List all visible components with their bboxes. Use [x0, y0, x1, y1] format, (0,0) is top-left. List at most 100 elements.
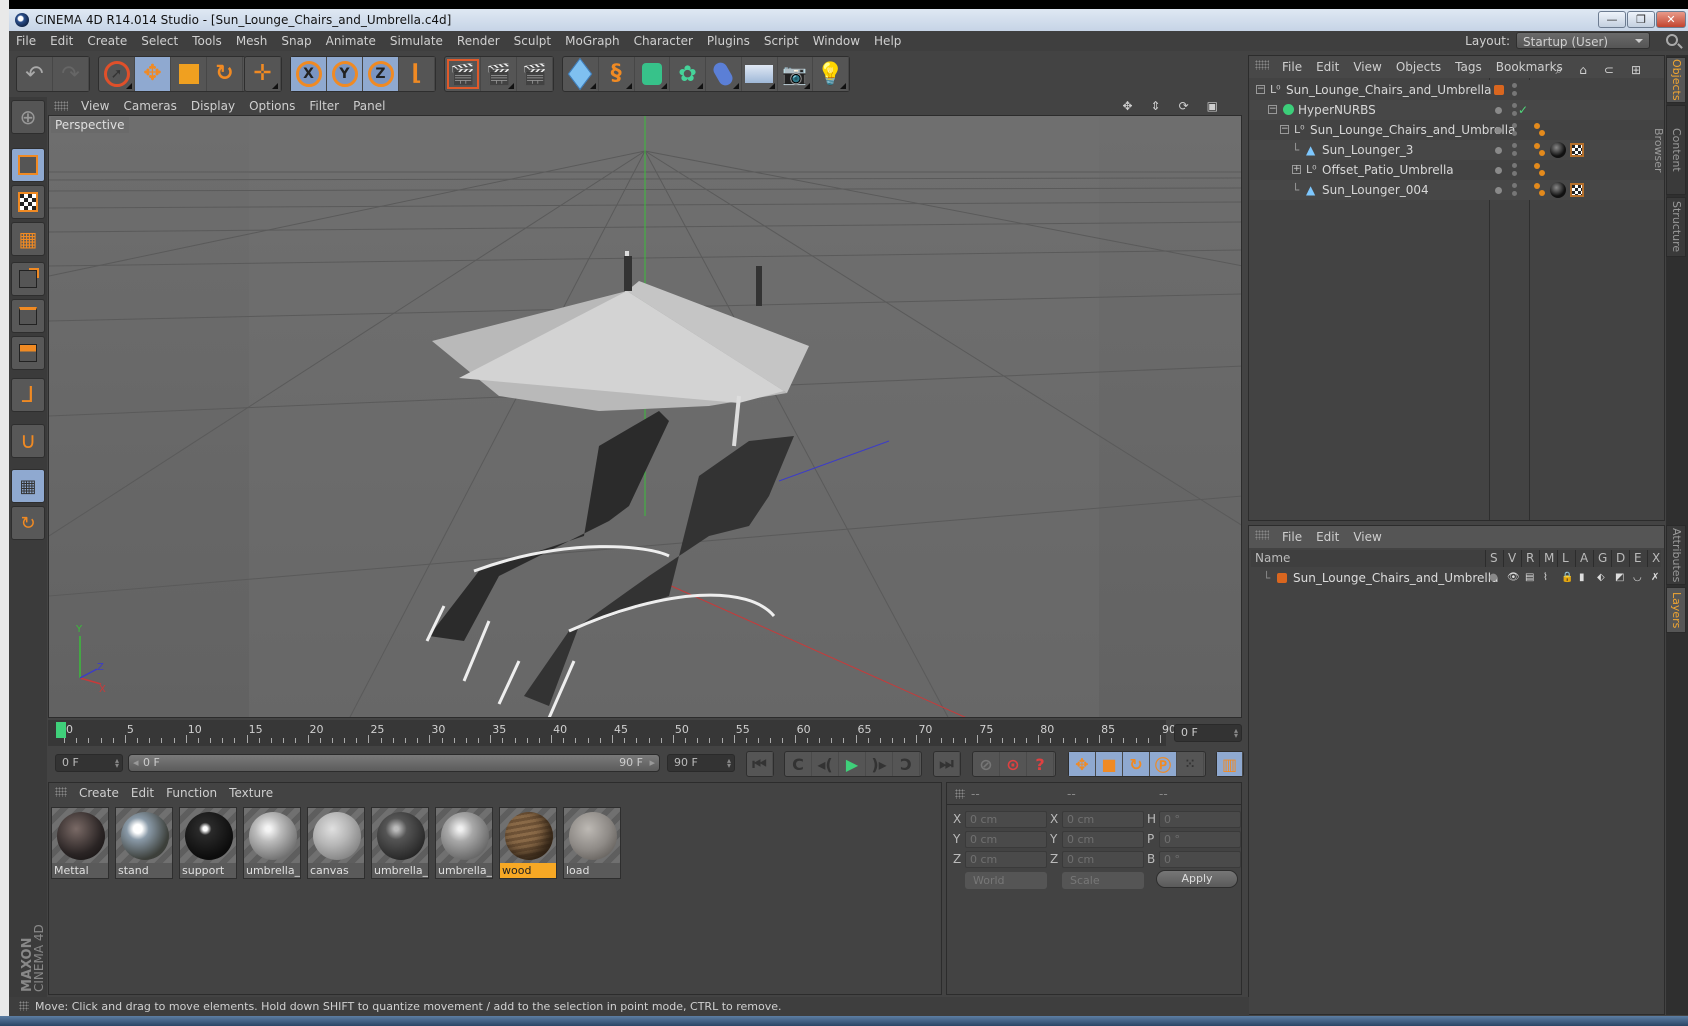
tab-attributes[interactable]: Attributes — [1666, 525, 1686, 585]
material-menu-create[interactable]: Create — [73, 783, 125, 803]
material-menu-edit[interactable]: Edit — [125, 783, 160, 803]
rot-p-field[interactable]: 0 ° — [1159, 831, 1241, 848]
solo-icon[interactable]: ● — [1489, 569, 1498, 587]
x-axis-button[interactable]: X — [291, 57, 327, 91]
object-name[interactable]: Sun_Lounger_004 — [1322, 180, 1429, 200]
pos-y-field[interactable]: 0 cm — [965, 831, 1047, 848]
restore-button[interactable]: ❐ — [1627, 11, 1655, 28]
autokey-button[interactable]: ⊘ — [973, 752, 1000, 776]
texture-mode-button[interactable] — [11, 185, 45, 219]
pos-z-field[interactable]: 0 cm — [965, 851, 1047, 868]
material-tag-icon[interactable] — [1550, 182, 1566, 198]
point-level-toggle[interactable]: ⁙ — [1177, 752, 1204, 776]
planar-workplane-button[interactable]: ↻ — [11, 506, 45, 540]
xrefs-icon[interactable]: ✗ — [1651, 569, 1659, 587]
go-to-end-button[interactable]: ⏭ — [934, 752, 960, 776]
edges-mode-button[interactable] — [11, 299, 45, 333]
material-swatch[interactable]: stand — [115, 807, 173, 879]
maximize-view-icon[interactable]: ▣ — [1200, 97, 1229, 115]
animation-icon[interactable]: ▮ — [1579, 569, 1585, 587]
size-mode-dropdown[interactable]: Scale — [1062, 872, 1144, 889]
light-button[interactable]: 💡 — [813, 57, 849, 91]
position-key-toggle[interactable]: ✥ — [1069, 752, 1096, 776]
column-header-r[interactable]: R — [1521, 550, 1539, 567]
play-button[interactable]: ▶ — [839, 752, 866, 776]
menu-select[interactable]: Select — [134, 31, 185, 51]
menu-mograph[interactable]: MoGraph — [558, 31, 627, 51]
render-to-picture-viewer-button[interactable]: 🎬 — [481, 57, 517, 91]
range-slider[interactable]: ◂ 0 F 90 F ▸ — [128, 754, 660, 772]
scale-key-toggle[interactable]: ■ — [1096, 752, 1123, 776]
spinner-icon[interactable]: ▴ ▾ — [1234, 727, 1238, 740]
editor-visibility-icon[interactable] — [1512, 123, 1517, 128]
object-name[interactable]: Sun_Lounge_Chairs_and_Umbrella — [1286, 80, 1491, 100]
collapse-icon[interactable]: ⊂ — [1597, 59, 1624, 81]
expand-toggle-icon[interactable]: + — [1292, 165, 1301, 174]
menu-help[interactable]: Help — [867, 31, 908, 51]
column-header-d[interactable]: D — [1611, 550, 1629, 567]
material-menu-function[interactable]: Function — [160, 783, 223, 803]
minimize-button[interactable]: — — [1598, 11, 1626, 28]
close-button[interactable]: ✕ — [1656, 11, 1686, 28]
column-header-s[interactable]: S — [1485, 550, 1503, 567]
size-z-field[interactable]: 0 cm — [1062, 851, 1144, 868]
object-row[interactable]: − ᒪ⁰ Sun_Lounge_Chairs_and_Umbrella — [1250, 120, 1664, 140]
render-visibility-icon[interactable] — [1512, 151, 1517, 156]
render-visibility-icon[interactable] — [1512, 91, 1517, 96]
go-to-start-button[interactable]: ⏮ — [747, 752, 773, 776]
material-tag-icon[interactable] — [1550, 142, 1566, 158]
menu-snap[interactable]: Snap — [274, 31, 318, 51]
enabled-dot-icon[interactable] — [1495, 147, 1502, 154]
visible-in-render-icon[interactable]: ▤ — [1525, 569, 1534, 587]
enabled-check-icon[interactable]: ✓ — [1518, 100, 1528, 120]
locked-workplane-button[interactable]: ▦ — [11, 469, 45, 503]
render-settings-button[interactable]: 🎬 — [517, 57, 553, 91]
render-visibility-icon[interactable] — [1512, 191, 1517, 196]
live-selection-button[interactable]: ➚ — [99, 57, 135, 91]
apply-button[interactable]: Apply — [1156, 870, 1238, 888]
keyframe-selection-button[interactable]: ? — [1027, 752, 1054, 776]
axis-mode-button[interactable]: ⅃ — [11, 378, 45, 412]
range-right-arrow-icon[interactable]: ▸ — [649, 755, 655, 771]
end-frame-field[interactable]: 90 F ▴ ▾ — [667, 754, 735, 772]
menu-create[interactable]: Create — [80, 31, 134, 51]
render-visibility-icon[interactable] — [1512, 131, 1517, 136]
menu-plugins[interactable]: Plugins — [700, 31, 757, 51]
viewport-menu-view[interactable]: View — [74, 97, 116, 115]
enabled-dot-icon[interactable] — [1495, 167, 1502, 174]
spinner-icon[interactable]: ▴ ▾ — [727, 757, 731, 770]
layer-color-icon[interactable] — [1494, 85, 1504, 95]
object-row[interactable]: └ ▲ Sun_Lounger_3 — [1250, 140, 1664, 160]
scale-button[interactable] — [171, 57, 207, 91]
enabled-dot-icon[interactable] — [1495, 107, 1502, 114]
rotation-key-toggle[interactable]: ↻ — [1123, 752, 1150, 776]
object-row[interactable]: + ᒪ⁰ Offset_Patio_Umbrella — [1250, 160, 1664, 180]
rotate-button[interactable]: ↻ — [207, 57, 243, 91]
tab-content-browser[interactable]: Content Browser — [1652, 105, 1686, 195]
column-header-x[interactable]: X — [1647, 550, 1665, 567]
menu-file[interactable]: File — [9, 31, 43, 51]
menu-window[interactable]: Window — [806, 31, 867, 51]
viewport-menu-cameras[interactable]: Cameras — [116, 97, 183, 115]
material-swatch[interactable]: umbrella_0 — [371, 807, 429, 879]
column-header-e[interactable]: E — [1629, 550, 1647, 567]
object-name[interactable]: Sun_Lounger_3 — [1322, 140, 1413, 160]
objects-menu-tags[interactable]: Tags — [1448, 56, 1489, 78]
step-back-button[interactable]: ◂( — [812, 752, 839, 776]
step-forward-button[interactable]: )▸ — [866, 752, 893, 776]
material-swatch[interactable]: Mettal — [51, 807, 109, 879]
move-view-icon[interactable]: ✥ — [1115, 97, 1143, 115]
timeline-ruler[interactable]: 0 5 10 15 20 25 30 35 40 45 50 55 60 65 70 75 80 85 90 — [48, 720, 1176, 746]
layer-color-swatch[interactable] — [1277, 573, 1287, 583]
redo-button[interactable]: ↷ — [53, 57, 89, 91]
subdivision-surface-button[interactable] — [635, 57, 671, 91]
parameter-key-toggle[interactable]: Ⓟ — [1150, 752, 1177, 776]
layer-row[interactable]: └ Sun_Lounge_Chairs_and_Umbrella ● 👁 ▤ ⌇ 🔒 ▮ ⬖… — [1251, 569, 1661, 587]
make-editable-button[interactable]: ⊕ — [11, 100, 45, 134]
range-left-arrow-icon[interactable]: ◂ — [133, 755, 139, 771]
objects-menu-view[interactable]: View — [1346, 56, 1388, 78]
panel-grip[interactable] — [19, 1001, 29, 1011]
menu-sculpt[interactable]: Sculpt — [507, 31, 558, 51]
layers-menu-view[interactable]: View — [1346, 526, 1388, 548]
object-name[interactable]: HyperNURBS — [1298, 100, 1376, 120]
